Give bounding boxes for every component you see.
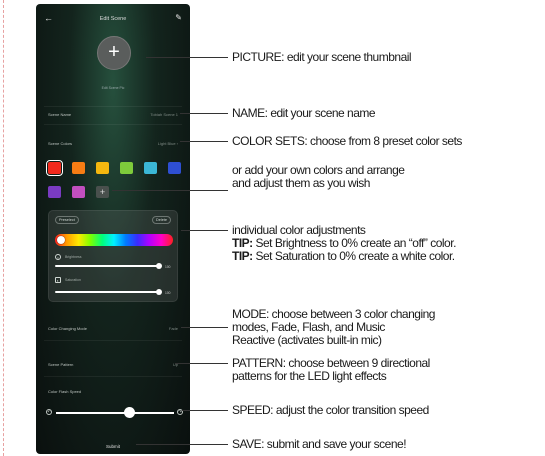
color-swatch[interactable] <box>120 162 133 174</box>
tip-label: TIP: <box>232 249 253 263</box>
divider <box>44 376 182 377</box>
color-swatch[interactable] <box>72 186 85 198</box>
leader-line <box>136 444 228 445</box>
scene-name-label: Scene Name <box>48 112 72 117</box>
leader-line <box>181 327 228 328</box>
scene-colors-selector[interactable]: Light Blue › <box>158 141 178 146</box>
brightness-icon: ☼ <box>55 254 61 260</box>
plus-icon: + <box>108 41 120 63</box>
hue-slider[interactable] <box>55 234 173 246</box>
add-color-button[interactable]: + <box>96 186 109 198</box>
brightness-slider-handle[interactable] <box>156 263 162 269</box>
annotation-mode-line3: Reactive (activates built-in mic) <box>232 333 382 347</box>
scene-name-field[interactable]: Tobiah Scene 1 <box>150 112 178 117</box>
brightness-value: 100 <box>165 265 171 269</box>
tip-label: TIP: <box>232 236 253 250</box>
color-swatch[interactable] <box>96 162 109 174</box>
scene-picture-button[interactable]: + <box>97 36 131 70</box>
page-margin-line <box>3 0 4 456</box>
annotation-save: SAVE: submit and save your scene! <box>232 437 407 451</box>
leader-line <box>180 113 228 114</box>
top-bar: ← Edit Scene ✎ <box>44 13 182 27</box>
leader-line <box>146 57 228 58</box>
leader-line <box>175 363 228 364</box>
leader-line <box>112 190 228 191</box>
scene-colors-label: Scene Colors <box>48 141 73 146</box>
speed-label: Color Flash Speed <box>48 389 82 394</box>
annotation-color-sets: COLOR SETS: choose from 8 preset color s… <box>232 134 462 148</box>
pencil-icon[interactable]: ✎ <box>175 13 182 22</box>
saturation-slider-handle[interactable] <box>156 289 162 295</box>
divider <box>44 106 182 107</box>
leader-line <box>182 410 228 411</box>
saturation-slider[interactable] <box>55 291 161 293</box>
leader-line <box>180 141 228 142</box>
delete-button[interactable]: Delete <box>152 216 171 224</box>
color-swatch[interactable] <box>48 186 61 198</box>
hue-slider-handle[interactable] <box>57 236 65 244</box>
picture-caption: Edit Scene Pic <box>101 86 125 90</box>
mode-label: Color Changing Mode <box>48 326 87 331</box>
tab-preselect[interactable]: Preselect <box>55 216 79 224</box>
saturation-value: 100 <box>165 291 171 295</box>
color-swatch[interactable] <box>72 162 85 174</box>
annotation-add-colors-line2: and adjust them as you wish <box>232 176 370 190</box>
slow-icon: ↶ <box>46 409 52 415</box>
brightness-label: Brightness <box>65 255 82 259</box>
speed-slider-handle[interactable] <box>123 407 135 418</box>
saturation-icon: ◐ <box>55 277 61 283</box>
divider <box>44 124 182 125</box>
color-swatch[interactable] <box>168 162 181 174</box>
tip-text: Set Saturation to 0% create a white colo… <box>252 249 456 263</box>
annotation-picture: PICTURE: edit your scene thumbnail <box>232 50 412 64</box>
speed-slider[interactable] <box>56 412 174 414</box>
annotation-tip-saturation: TIP: Set Saturation to 0% create a white… <box>232 250 455 263</box>
annotation-speed: SPEED: adjust the color transition speed <box>232 403 429 417</box>
phone-screen: ← Edit Scene ✎ + Edit Scene Pic Scene Na… <box>36 4 190 454</box>
divider <box>44 340 182 341</box>
mode-selector[interactable]: Fade <box>169 326 178 331</box>
tip-text: Set Brightness to 0% create an “off” col… <box>252 236 457 250</box>
color-swatch[interactable] <box>144 162 157 174</box>
color-adjust-panel: Preselect Delete ☼ Brightness 100 ◐ Satu… <box>48 210 178 302</box>
brightness-slider[interactable] <box>55 265 161 267</box>
saturation-label: Saturation <box>65 278 81 282</box>
screen-title: Edit Scene <box>99 16 127 22</box>
pattern-label: Scene Pattern <box>48 362 74 367</box>
leader-line <box>181 230 228 231</box>
color-swatch[interactable] <box>46 160 63 176</box>
annotation-name: NAME: edit your scene name <box>232 106 376 120</box>
annotation-pattern-line2: patterns for the LED light effects <box>232 369 387 383</box>
